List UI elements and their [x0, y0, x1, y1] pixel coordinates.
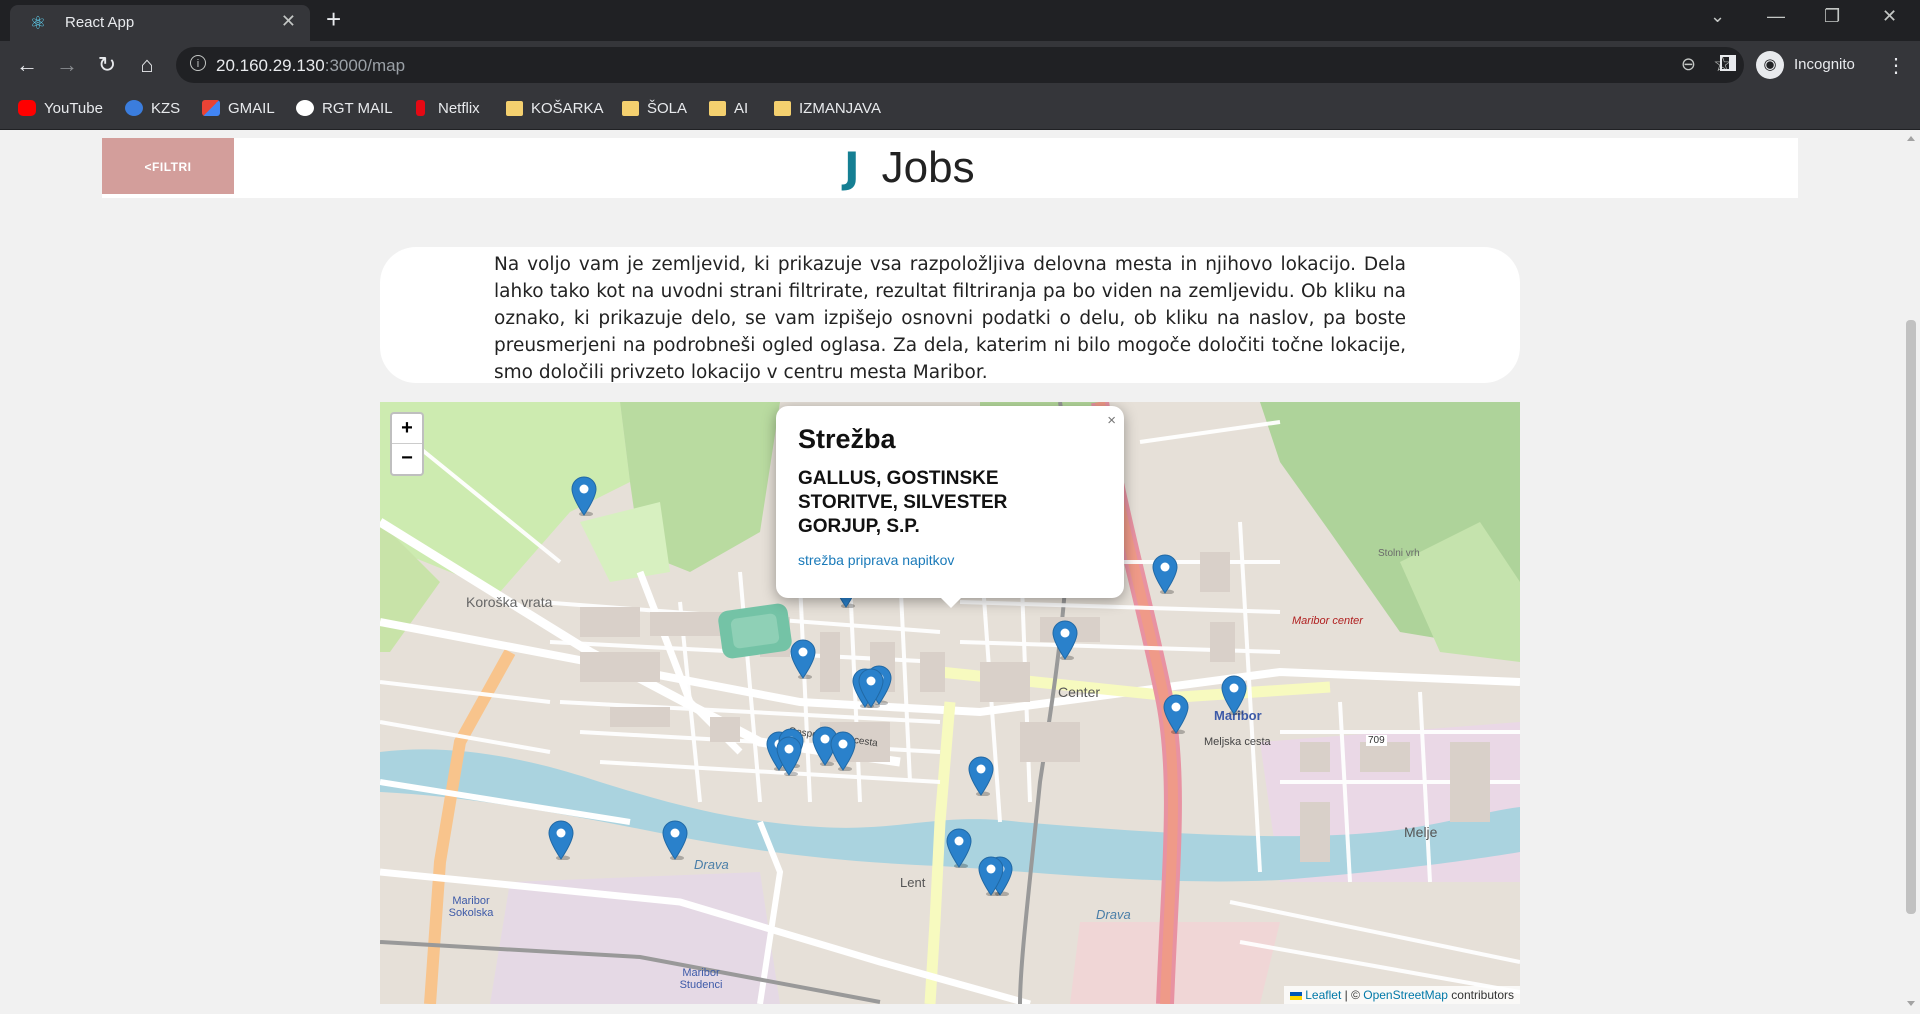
job-marker[interactable] [548, 820, 574, 861]
reload-icon[interactable]: ↻ [92, 50, 122, 80]
zoom-in-button[interactable]: + [392, 414, 422, 444]
job-marker[interactable] [978, 856, 1004, 897]
kzs-icon [125, 100, 143, 117]
job-marker[interactable] [1152, 554, 1178, 595]
scroll-up-icon[interactable] [1907, 136, 1915, 141]
bookmark-netflix[interactable]: Netflix [412, 97, 480, 121]
browser-tab-bar: ⚛ React App ✕ + ⌄ — ❐ ✕ [0, 0, 1920, 41]
job-marker[interactable] [1163, 694, 1189, 735]
bookmarks-bar: YouTube KZS GMAIL RGT MAIL Netflix KOŠAR… [0, 89, 1920, 130]
intro-text: Na voljo vam je zemljevid, ki prikazuje … [494, 254, 1406, 383]
bookmark-kosarka[interactable]: KOŠARKA [506, 97, 604, 121]
map-label-lent: Lent [900, 875, 926, 890]
app-logo[interactable]: J Jobs [844, 141, 975, 195]
restore-icon[interactable]: ❐ [1824, 6, 1840, 27]
map-label-sokolska: Maribor Sokolska [448, 895, 494, 919]
job-marker[interactable] [1221, 675, 1247, 716]
scroll-down-icon[interactable] [1907, 1001, 1915, 1006]
back-icon[interactable]: ← [12, 50, 42, 80]
filter-button[interactable]: <FILTRI [102, 138, 234, 194]
bookmark-youtube[interactable]: YouTube [18, 97, 103, 121]
browser-menu-icon[interactable]: ⋮ [1886, 53, 1906, 78]
map-label-melje: Melje [1404, 824, 1438, 840]
minimize-icon[interactable]: — [1767, 6, 1785, 27]
popup-close-button[interactable]: × [1107, 412, 1116, 429]
new-tab-icon[interactable]: + [326, 4, 341, 35]
page-scrollbar[interactable] [1902, 130, 1920, 1014]
scroll-thumb[interactable] [1906, 320, 1916, 914]
job-marker[interactable] [790, 639, 816, 680]
job-marker[interactable] [968, 756, 994, 797]
tab-title: React App [65, 14, 135, 31]
logo-name: Jobs [881, 143, 975, 192]
job-map[interactable]: Koroška vrata Center Lent Melje Drava Dr… [380, 402, 1520, 1004]
app-header: <FILTRI J Jobs [102, 138, 1798, 198]
job-popup: × Strežba GALLUS, GOSTINSKE STORITVE, SI… [776, 406, 1124, 608]
map-label-stolni-vrh: Stolni vrh [1378, 548, 1420, 559]
incognito-icon: ◉ [1756, 51, 1784, 79]
zoom-out-button[interactable]: − [392, 444, 422, 473]
map-label-center: Center [1058, 684, 1101, 700]
youtube-icon [18, 100, 36, 117]
tab-search-icon[interactable]: ⌄ [1710, 6, 1725, 27]
map-zoom-control: + − [390, 412, 424, 476]
job-marker[interactable] [662, 820, 688, 861]
map-label-meljska-cesta: Meljska cesta [1204, 736, 1271, 748]
job-marker[interactable] [1052, 620, 1078, 661]
browser-toolbar: ← → ↻ ⌂ i 20.160.29.130:3000/map ⊖ ☆ ◉ I… [0, 41, 1920, 89]
intro-panel: Na voljo vam je zemljevid, ki prikazuje … [380, 247, 1520, 383]
map-label-studenci: Maribor Studenci [679, 967, 723, 991]
google-icon [296, 100, 314, 117]
gmail-icon [202, 100, 220, 117]
folder-icon [506, 100, 523, 116]
netflix-icon [416, 100, 425, 117]
map-label-709: 709 [1366, 735, 1387, 746]
react-icon: ⚛ [29, 13, 47, 33]
page-content: <FILTRI J Jobs Na voljo vam je zemljevid,… [0, 130, 1902, 1014]
zoom-icon[interactable]: ⊖ [1681, 54, 1696, 75]
job-marker[interactable] [946, 828, 972, 869]
ukraine-flag-icon [1290, 991, 1303, 1000]
osm-link[interactable]: OpenStreetMap [1363, 988, 1448, 1002]
site-info-icon[interactable]: i [190, 55, 206, 71]
leaflet-link[interactable]: Leaflet [1305, 988, 1341, 1002]
map-attribution: Leaflet | © OpenStreetMap contributors [1284, 986, 1520, 1004]
map-label-koroska-vrata: Koroška vrata [466, 594, 553, 610]
home-icon[interactable]: ⌂ [132, 50, 162, 80]
job-marker[interactable] [830, 731, 856, 772]
bookmark-ai[interactable]: AI [709, 97, 748, 121]
map-label-drava-2: Drava [1096, 907, 1131, 922]
address-bar[interactable]: i 20.160.29.130:3000/map ⊖ ☆ [176, 47, 1744, 83]
folder-icon [709, 100, 726, 116]
popup-tags: strežba priprava napitkov [798, 552, 955, 568]
browser-tab[interactable]: ⚛ React App ✕ [10, 5, 310, 41]
map-label-maribor-center: Maribor center [1292, 615, 1363, 627]
logo-letter: J [844, 143, 860, 192]
job-marker[interactable] [571, 476, 597, 517]
incognito-indicator[interactable]: ◉ Incognito [1756, 49, 1870, 81]
forward-icon[interactable]: → [52, 50, 82, 80]
tab-close-icon[interactable]: ✕ [281, 11, 296, 32]
bookmark-kzs[interactable]: KZS [125, 97, 180, 121]
folder-icon [774, 100, 791, 116]
job-marker[interactable] [858, 668, 884, 709]
bookmark-rgt-mail[interactable]: RGT MAIL [296, 97, 393, 121]
side-panel-icon[interactable] [1720, 55, 1736, 71]
window-close-icon[interactable]: ✕ [1882, 6, 1897, 27]
bookmark-sola[interactable]: ŠOLA [622, 97, 687, 121]
job-marker[interactable] [776, 736, 802, 777]
bookmark-izmanjava[interactable]: IZMANJAVA [774, 97, 881, 121]
popup-company: GALLUS, GOSTINSKE STORITVE, SILVESTER GO… [798, 468, 1008, 537]
bookmark-gmail[interactable]: GMAIL [202, 97, 275, 121]
folder-icon [622, 100, 639, 116]
map-label-drava: Drava [694, 857, 729, 872]
url-text[interactable]: 20.160.29.130:3000/map [216, 56, 405, 76]
popup-job-title[interactable]: Strežba [798, 424, 896, 455]
